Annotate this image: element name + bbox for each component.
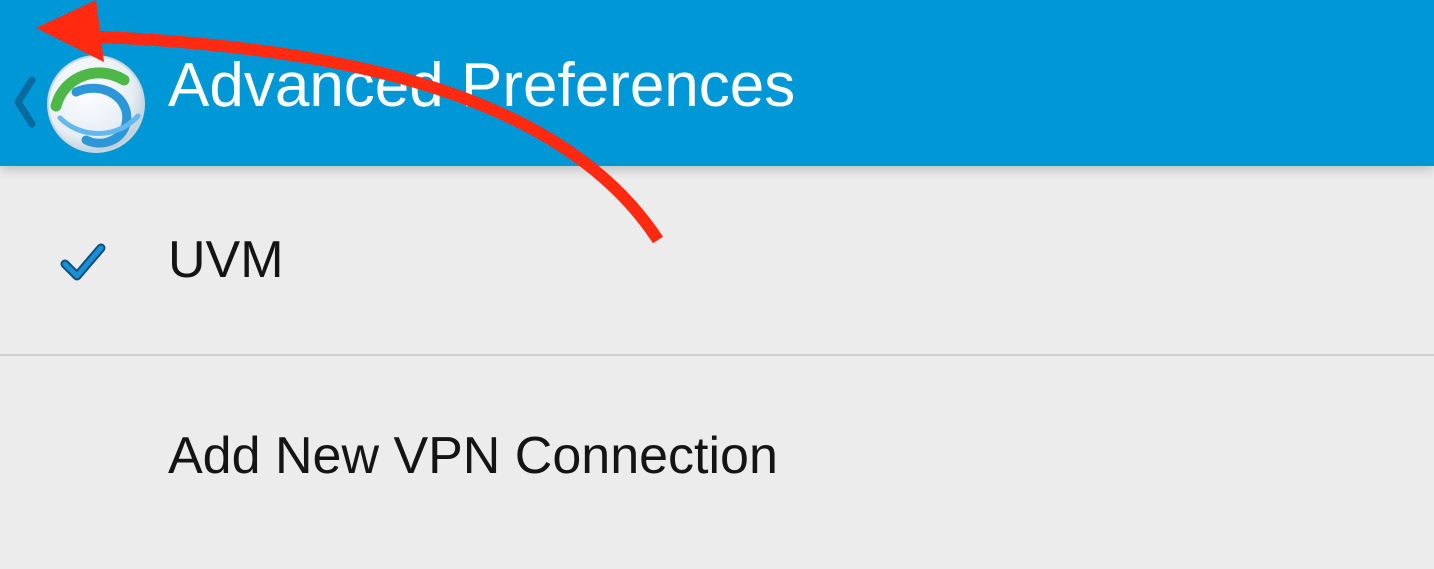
list-item-label: UVM [168, 231, 284, 289]
up-button[interactable] [0, 20, 150, 153]
list-item-uvm[interactable]: UVM [0, 166, 1434, 354]
screen: Advanced Preferences UVM Add New VPN Con… [0, 0, 1434, 569]
list-item-label: Add New VPN Connection [168, 427, 778, 485]
list-item-add-vpn-connection[interactable]: Add New VPN Connection [0, 356, 1434, 556]
chevron-left-icon [14, 76, 36, 128]
anyconnect-globe-icon [47, 55, 145, 153]
connection-list: UVM Add New VPN Connection [0, 166, 1434, 556]
action-bar-title: Advanced Preferences [168, 51, 796, 120]
action-bar: Advanced Preferences [0, 0, 1434, 166]
checkmark-icon [60, 243, 106, 281]
